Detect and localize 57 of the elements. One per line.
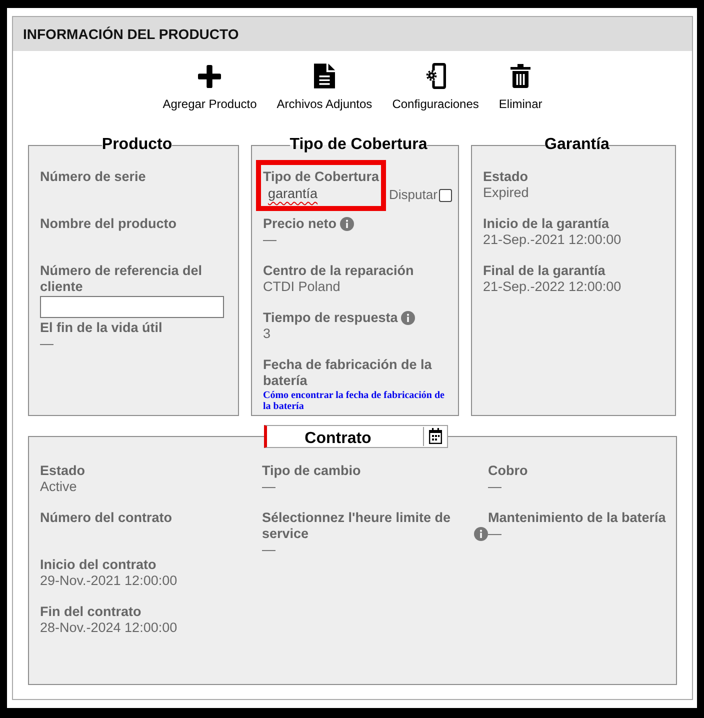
- trash-icon: [510, 64, 532, 88]
- field-value: 21-Sep.-2021 12:00:00: [483, 232, 622, 247]
- info-icon[interactable]: [400, 311, 415, 325]
- field-label: Tipo de Cobertura: [263, 169, 380, 185]
- field-value: 21-Sep.-2022 12:00:00: [483, 279, 622, 294]
- field-label: Fecha de fabricación de la batería: [263, 357, 433, 389]
- checkbox[interactable]: [439, 188, 452, 202]
- field-label: Precio neto: [263, 216, 337, 232]
- calendar-icon[interactable]: [429, 428, 442, 444]
- field-label: Tipo de cambio: [262, 463, 361, 479]
- field-label: Nombre del producto: [40, 216, 177, 232]
- field-label: Tiempo de respuesta: [263, 310, 398, 326]
- panel-title: INFORMACIÓN DEL PRODUCTO: [23, 26, 239, 42]
- checkbox-label: Disputar: [389, 187, 438, 203]
- document-icon: [314, 63, 335, 89]
- field-label: Sélectionnez l'heure limite de service: [262, 510, 452, 542]
- field-label: Inicio de la garantía: [483, 216, 610, 232]
- field-label: Número del contrato: [40, 510, 172, 526]
- field-value: —: [263, 232, 276, 247]
- field-label: Mantenimiento de la batería: [488, 510, 666, 526]
- field-value: 3: [263, 326, 271, 341]
- section-title: Producto: [102, 136, 172, 153]
- field-label: Estado: [483, 169, 528, 185]
- device-gear-icon: [426, 63, 446, 89]
- field-value: 28-Nov.-2024 12:00:00: [40, 620, 178, 635]
- section-title: Garantía: [544, 136, 610, 153]
- settings-button[interactable]: Configuraciones: [392, 61, 479, 111]
- field-value: —: [262, 479, 276, 494]
- field-value: 29-Nov.-2021 12:00:00: [40, 573, 178, 588]
- section-title: Contrato: [304, 430, 372, 447]
- field-value: —: [262, 542, 276, 557]
- section-title: Tipo de Cobertura: [290, 136, 428, 153]
- add-product-button[interactable]: Agregar Producto: [162, 61, 257, 111]
- attachments-button[interactable]: Archivos Adjuntos: [276, 61, 372, 111]
- help-link[interactable]: Cómo encontrar la fecha de fabricación de la batería: [263, 390, 452, 412]
- field-value: Expired: [483, 185, 529, 200]
- plus-icon: [198, 64, 222, 88]
- field-label: Fin del contrato: [40, 604, 142, 620]
- field-value: —: [40, 336, 54, 351]
- field-label: Número de serie: [40, 169, 146, 185]
- field-label: Centro de la reparación: [263, 263, 414, 279]
- field-label: Número de referencia del cliente: [40, 263, 204, 295]
- field-label: Estado: [40, 463, 86, 479]
- field-value: Active: [40, 479, 77, 494]
- field-label: Inicio del contrato: [40, 557, 156, 573]
- field-value: CTDI Poland: [263, 279, 340, 294]
- delete-button[interactable]: Eliminar: [498, 61, 542, 111]
- field-label: El fin de la vida útil: [40, 320, 162, 336]
- coverage-type-field[interactable]: garantía: [268, 185, 318, 203]
- info-icon[interactable]: [340, 217, 354, 231]
- field-label: Final de la garantía: [483, 263, 606, 279]
- info-icon[interactable]: [474, 527, 488, 541]
- field-label: Cobro: [488, 463, 528, 479]
- field-value: —: [488, 479, 502, 494]
- reference-input[interactable]: [40, 296, 224, 318]
- field-value: —: [488, 526, 502, 541]
- date-field[interactable]: Contrato: [264, 425, 448, 448]
